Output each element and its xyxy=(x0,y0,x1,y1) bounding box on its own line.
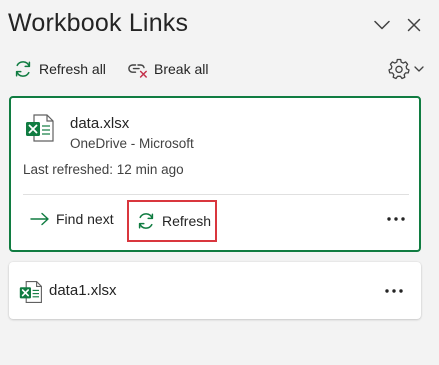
chevron-down-icon xyxy=(414,66,424,72)
refresh-label: Refresh xyxy=(162,213,212,229)
pane-title: Workbook Links xyxy=(8,9,189,37)
chevron-down-icon xyxy=(374,20,390,30)
broken-link-icon xyxy=(127,58,149,80)
collapse-button[interactable] xyxy=(372,15,392,35)
refresh-icon xyxy=(12,58,34,80)
last-refreshed-text: Last refreshed: 12 min ago xyxy=(23,162,184,177)
close-button[interactable] xyxy=(404,15,424,35)
arrow-right-icon xyxy=(30,212,49,226)
refresh-all-button[interactable]: Refresh all xyxy=(12,56,106,82)
break-all-label: Break all xyxy=(154,61,209,77)
link-file-name: data.xlsx xyxy=(70,115,130,132)
link-card-selected[interactable]: data.xlsx OneDrive - Microsoft Last refr… xyxy=(9,96,421,252)
refresh-icon xyxy=(138,213,154,229)
excel-file-icon xyxy=(19,281,42,303)
more-options-button[interactable] xyxy=(382,284,406,298)
refresh-all-label: Refresh all xyxy=(39,61,106,77)
refresh-button[interactable]: Refresh xyxy=(127,200,217,242)
more-options-button[interactable] xyxy=(384,212,408,226)
settings-button[interactable] xyxy=(388,56,424,82)
close-icon xyxy=(407,18,421,32)
workbook-links-pane: Workbook Links Refresh all Break all dat… xyxy=(0,0,439,365)
gear-icon xyxy=(388,58,410,80)
find-next-button[interactable]: Find next xyxy=(30,202,114,236)
find-next-label: Find next xyxy=(56,211,114,227)
link-card[interactable]: data1.xlsx xyxy=(9,262,421,319)
link-location: OneDrive - Microsoft xyxy=(70,136,194,151)
card-divider xyxy=(23,194,409,195)
link-file-name: data1.xlsx xyxy=(49,282,117,299)
more-options-icon xyxy=(387,217,405,221)
excel-file-icon xyxy=(26,114,54,142)
break-all-button[interactable]: Break all xyxy=(127,56,208,82)
more-options-icon xyxy=(385,289,403,293)
